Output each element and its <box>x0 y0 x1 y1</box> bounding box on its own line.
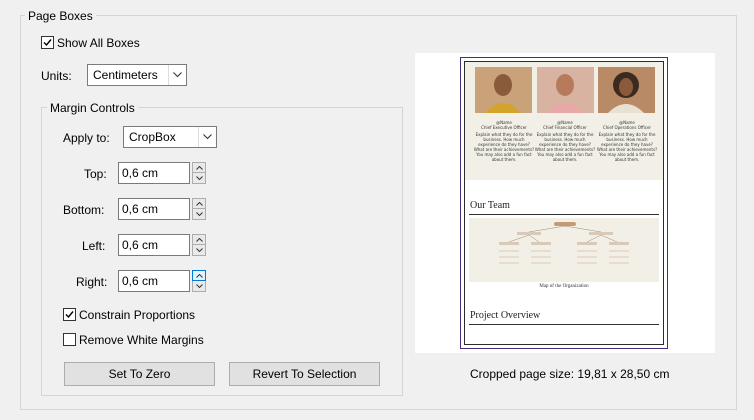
bottom-field[interactable] <box>118 198 190 220</box>
chevron-down-icon[interactable] <box>192 209 206 220</box>
preview-page: @Name Chief Executive Officer Explain wh… <box>460 57 668 349</box>
right-stepper[interactable] <box>192 270 206 292</box>
chevron-down-icon[interactable] <box>192 245 206 256</box>
top-stepper[interactable] <box>192 162 206 184</box>
set-to-zero-button[interactable]: Set To Zero <box>64 362 215 386</box>
show-all-boxes-checkbox[interactable] <box>41 36 54 49</box>
apply-to-value: CropBox <box>129 130 176 144</box>
apply-to-label: Apply to: <box>63 131 110 145</box>
chevron-up-icon[interactable] <box>192 162 206 173</box>
cropped-page-size: Cropped page size: 19,81 x 28,50 cm <box>470 367 670 381</box>
divider <box>469 324 659 325</box>
units-value: Centimeters <box>93 68 158 82</box>
person-role: Chief Executive Officer <box>481 125 527 130</box>
person-bio-line: about them. <box>614 157 640 162</box>
bottom-stepper[interactable] <box>192 198 206 220</box>
chevron-up-icon[interactable] <box>192 198 206 209</box>
chevron-down-icon <box>198 127 216 147</box>
person-text-1: @Name Chief Executive Officer Explain wh… <box>469 120 539 162</box>
person-text-2: @Name Chief Financial Officer Explain wh… <box>530 120 600 162</box>
org-chart-caption: Map of the Organization <box>539 284 589 289</box>
top-field[interactable] <box>118 162 190 184</box>
chevron-up-icon[interactable] <box>192 234 206 245</box>
page-preview: @Name Chief Executive Officer Explain wh… <box>415 53 715 353</box>
checkmark-icon <box>65 311 74 319</box>
chevron-down-icon <box>168 65 186 85</box>
bottom-label: Bottom: <box>63 203 105 217</box>
person-bio-line: about them. <box>552 157 578 162</box>
checkmark-icon <box>43 39 52 47</box>
right-label: Right: <box>76 275 108 289</box>
constrain-proportions-checkbox[interactable] <box>63 308 76 321</box>
person-role: Chief Financial Officer <box>543 125 587 130</box>
margin-controls-title: Margin Controls <box>47 101 138 115</box>
our-team-heading: Our Team <box>470 200 510 211</box>
show-all-boxes-label[interactable]: Show All Boxes <box>57 36 140 50</box>
constrain-proportions-label[interactable]: Constrain Proportions <box>79 308 195 322</box>
page-boxes-title: Page Boxes <box>25 9 96 23</box>
remove-white-margins-checkbox[interactable] <box>63 333 76 346</box>
units-label: Units: <box>41 69 72 83</box>
person-photo-1 <box>475 67 532 113</box>
chevron-down-icon[interactable] <box>192 173 206 184</box>
person-role: Chief Operations Officer <box>602 125 652 130</box>
left-field[interactable] <box>118 234 190 256</box>
org-chart <box>469 218 659 282</box>
left-label: Left: <box>82 239 106 253</box>
top-label: Top: <box>84 167 107 181</box>
divider <box>469 214 659 215</box>
apply-to-select[interactable]: CropBox <box>123 126 217 148</box>
right-field[interactable] <box>118 270 190 292</box>
revert-to-selection-button[interactable]: Revert To Selection <box>229 362 380 386</box>
project-overview-heading: Project Overview <box>470 310 541 321</box>
person-photo-2 <box>537 67 594 113</box>
left-stepper[interactable] <box>192 234 206 256</box>
chevron-up-icon[interactable] <box>192 270 206 281</box>
remove-white-margins-label[interactable]: Remove White Margins <box>79 333 204 347</box>
person-text-3: @Name Chief Operations Officer Explain w… <box>592 120 662 162</box>
units-select[interactable]: Centimeters <box>87 64 187 86</box>
chevron-down-icon[interactable] <box>192 281 206 292</box>
person-bio-line: about them. <box>491 157 517 162</box>
person-photo-3 <box>598 67 655 113</box>
